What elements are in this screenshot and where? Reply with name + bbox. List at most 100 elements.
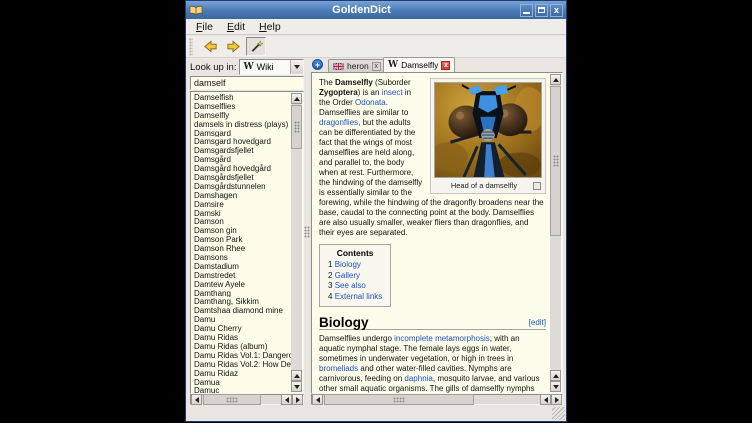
list-item[interactable]: Damsgard [192, 129, 291, 138]
scroll-left-button-2[interactable] [540, 394, 551, 405]
scroll-down-button[interactable] [291, 381, 302, 392]
scroll-down-button[interactable] [550, 381, 561, 392]
toc-link[interactable]: External links [335, 292, 383, 301]
forward-button[interactable] [223, 37, 243, 56]
list-item[interactable]: Damtshaa diamond mine [192, 306, 291, 315]
list-item[interactable]: Damua [192, 378, 291, 387]
list-item[interactable]: Damstredet [192, 271, 291, 280]
list-item[interactable]: Damson [192, 217, 291, 226]
toc-item[interactable]: 4 External links [328, 292, 382, 303]
group-dropdown-button[interactable] [290, 60, 303, 74]
list-item[interactable]: Damuc [192, 386, 291, 393]
list-item[interactable]: Damthang [192, 289, 291, 298]
enlarge-icon[interactable] [533, 182, 541, 190]
list-item[interactable]: Damthang, Sikkim [192, 297, 291, 306]
toc-link[interactable]: See also [335, 281, 366, 290]
article-hscrollbar[interactable] [311, 394, 563, 405]
toc-item[interactable]: 3 See also [328, 281, 382, 292]
scroll-up-button-2[interactable] [291, 370, 302, 381]
scroll-up-button[interactable] [550, 74, 561, 85]
titlebar[interactable]: GoldenDict x [186, 1, 566, 19]
list-item[interactable]: Damsgårdsfjellet [192, 173, 291, 182]
list-item[interactable]: Damselfly [192, 111, 291, 120]
article-vscrollbar[interactable] [550, 74, 561, 392]
tab-close-button[interactable]: x [441, 61, 450, 70]
minimize-button[interactable] [520, 4, 533, 17]
list-item[interactable]: Damselflies [192, 102, 291, 111]
scroll-left-button-2[interactable] [281, 394, 292, 405]
list-item[interactable]: Damu Ridas Vol.2: How Deep Is Y [192, 360, 291, 369]
scroll-left-button[interactable] [191, 394, 202, 405]
article-link[interactable]: dragonflies [319, 118, 358, 127]
menu-edit[interactable]: Edit [221, 20, 251, 34]
tab-heron[interactable]: heron x [328, 59, 386, 72]
scroll-up-button[interactable] [291, 93, 302, 104]
word-list-vscrollbar[interactable] [291, 93, 302, 392]
list-item[interactable]: Damski [192, 209, 291, 218]
word-list-hscrollbar[interactable] [190, 394, 304, 405]
menu-help[interactable]: Help [253, 20, 287, 34]
maximize-button[interactable] [535, 4, 548, 17]
scrollbar-thumb[interactable] [291, 105, 302, 149]
list-item[interactable]: Damsons [192, 253, 291, 262]
list-item[interactable]: Damu Ridas [192, 333, 291, 342]
list-item[interactable]: Damsgård hovedgård [192, 164, 291, 173]
toc-item[interactable]: 2 Gallery [328, 271, 382, 282]
contents-list: 1 Biology2 Gallery3 See also4 External l… [328, 260, 382, 302]
list-item[interactable]: Damu Ridaz [192, 369, 291, 378]
scroll-up-button-2[interactable] [550, 370, 561, 381]
resize-grip[interactable] [552, 407, 565, 420]
list-item[interactable]: Damsgårdstunnelen [192, 182, 291, 191]
list-item[interactable]: Damshagen [192, 191, 291, 200]
add-tab-button[interactable]: + [312, 59, 323, 70]
list-item[interactable]: Damu Ridas (album) [192, 342, 291, 351]
scrollbar-thumb[interactable] [324, 394, 474, 405]
article-thumbnail[interactable]: Head of a damselfly [430, 78, 546, 194]
back-button[interactable] [200, 37, 220, 56]
scroll-right-button[interactable] [292, 394, 303, 405]
toc-link[interactable]: Biology [335, 260, 361, 269]
toolbar-drag-handle[interactable] [189, 38, 193, 56]
list-item[interactable]: Damsire [192, 200, 291, 209]
list-item[interactable]: Damsgård [192, 155, 291, 164]
damselfly-photo [434, 82, 542, 178]
menu-file[interactable]: File [190, 20, 219, 34]
scrollbar-thumb[interactable] [550, 86, 561, 236]
tab-close-button[interactable]: x [372, 62, 381, 71]
list-item[interactable]: Damu Cherry [192, 324, 291, 333]
list-item[interactable]: Damsgard hovedgard [192, 137, 291, 146]
article-link[interactable]: incomplete metamorphosis [394, 334, 490, 343]
toc-link[interactable]: Gallery [335, 271, 360, 280]
list-item[interactable]: Damselfish [192, 93, 291, 102]
list-item[interactable]: Damsgardsfjellet [192, 146, 291, 155]
article-link[interactable]: insect [382, 88, 403, 97]
scroll-right-button[interactable] [551, 394, 562, 405]
app-book-icon [189, 5, 203, 16]
list-item[interactable]: Damu Ridas Vol.1: Dangerous [192, 351, 291, 360]
list-item[interactable]: Damson Rhee [192, 244, 291, 253]
close-button[interactable]: x [550, 4, 563, 17]
minimize-icon [523, 12, 530, 14]
article-link[interactable]: bromeliads [319, 364, 358, 373]
article-text: The [319, 78, 335, 87]
dictionary-group-select[interactable]: W Wiki [239, 59, 304, 75]
pane-splitter[interactable] [304, 59, 310, 404]
edit-link[interactable]: [edit] [529, 318, 546, 328]
list-item[interactable]: damsels in distress (plays) [192, 120, 291, 129]
menubar: File Edit Help [186, 19, 566, 35]
list-item[interactable]: Damson Park [192, 235, 291, 244]
list-item[interactable]: Damson gin [192, 226, 291, 235]
list-item[interactable]: Damtew Ayele [192, 280, 291, 289]
article-link[interactable]: Odonata [355, 98, 386, 107]
tab-damselfly[interactable]: W Damselfly x [383, 57, 455, 72]
search-input[interactable] [190, 76, 304, 90]
scrollbar-thumb[interactable] [203, 394, 261, 405]
list-item[interactable]: Damstadium [192, 262, 291, 271]
article-link[interactable]: daphnia [404, 374, 432, 383]
triangle-down-icon [294, 385, 300, 389]
scan-popup-toggle[interactable] [246, 37, 266, 56]
scroll-left-button[interactable] [312, 394, 323, 405]
list-item[interactable]: Damu [192, 315, 291, 324]
triangle-up-icon [553, 374, 559, 378]
toc-item[interactable]: 1 Biology [328, 260, 382, 271]
